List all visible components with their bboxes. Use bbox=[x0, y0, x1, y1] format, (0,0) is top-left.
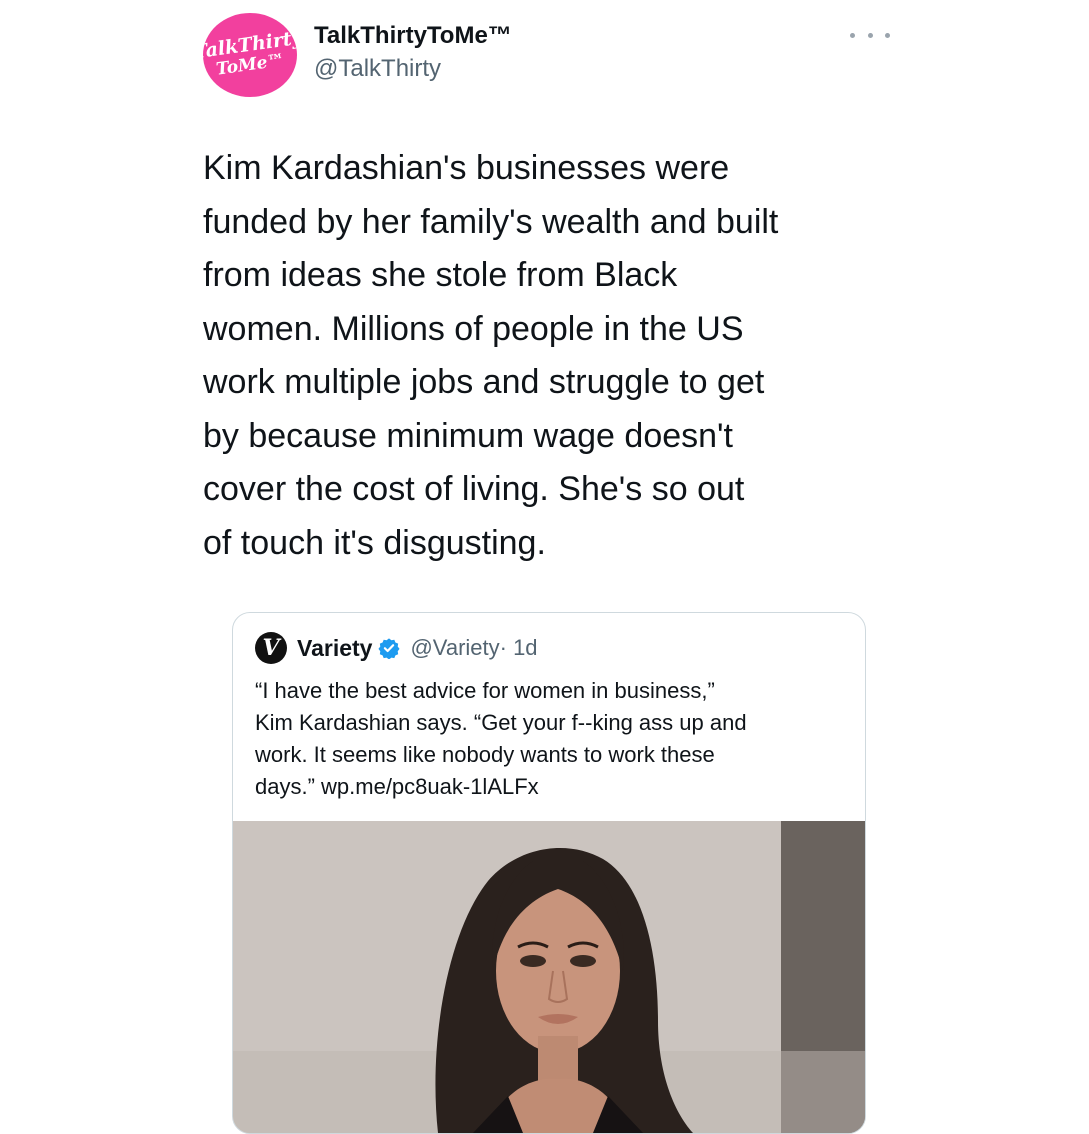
verified-badge-icon bbox=[378, 637, 400, 659]
variety-avatar[interactable]: V bbox=[255, 632, 287, 664]
more-horizontal-icon[interactable] bbox=[850, 28, 890, 42]
quoted-tweet-photo[interactable] bbox=[233, 821, 865, 1133]
quoted-timestamp[interactable]: · 1d bbox=[500, 635, 538, 661]
woman-portrait-image bbox=[233, 821, 865, 1133]
quoted-tweet-card[interactable]: V Variety @Variety · 1d “I have the best… bbox=[232, 612, 866, 1134]
quoted-display-name[interactable]: Variety bbox=[297, 635, 372, 662]
quoted-tweet-text: “I have the best advice for women in bus… bbox=[255, 678, 747, 799]
tweet-text: Kim Kardashian's businesses were funded … bbox=[203, 149, 779, 562]
profile-avatar[interactable]: TalkThirty ToMe™ bbox=[203, 13, 297, 97]
variety-logo-letter: V bbox=[262, 635, 280, 661]
quoted-handle[interactable]: @Variety bbox=[410, 635, 499, 661]
quoted-tweet-header: V Variety @Variety · 1d bbox=[255, 631, 538, 665]
user-handle[interactable]: @TalkThirty bbox=[314, 55, 441, 83]
display-name[interactable]: TalkThirtyToMe™ bbox=[314, 22, 512, 50]
